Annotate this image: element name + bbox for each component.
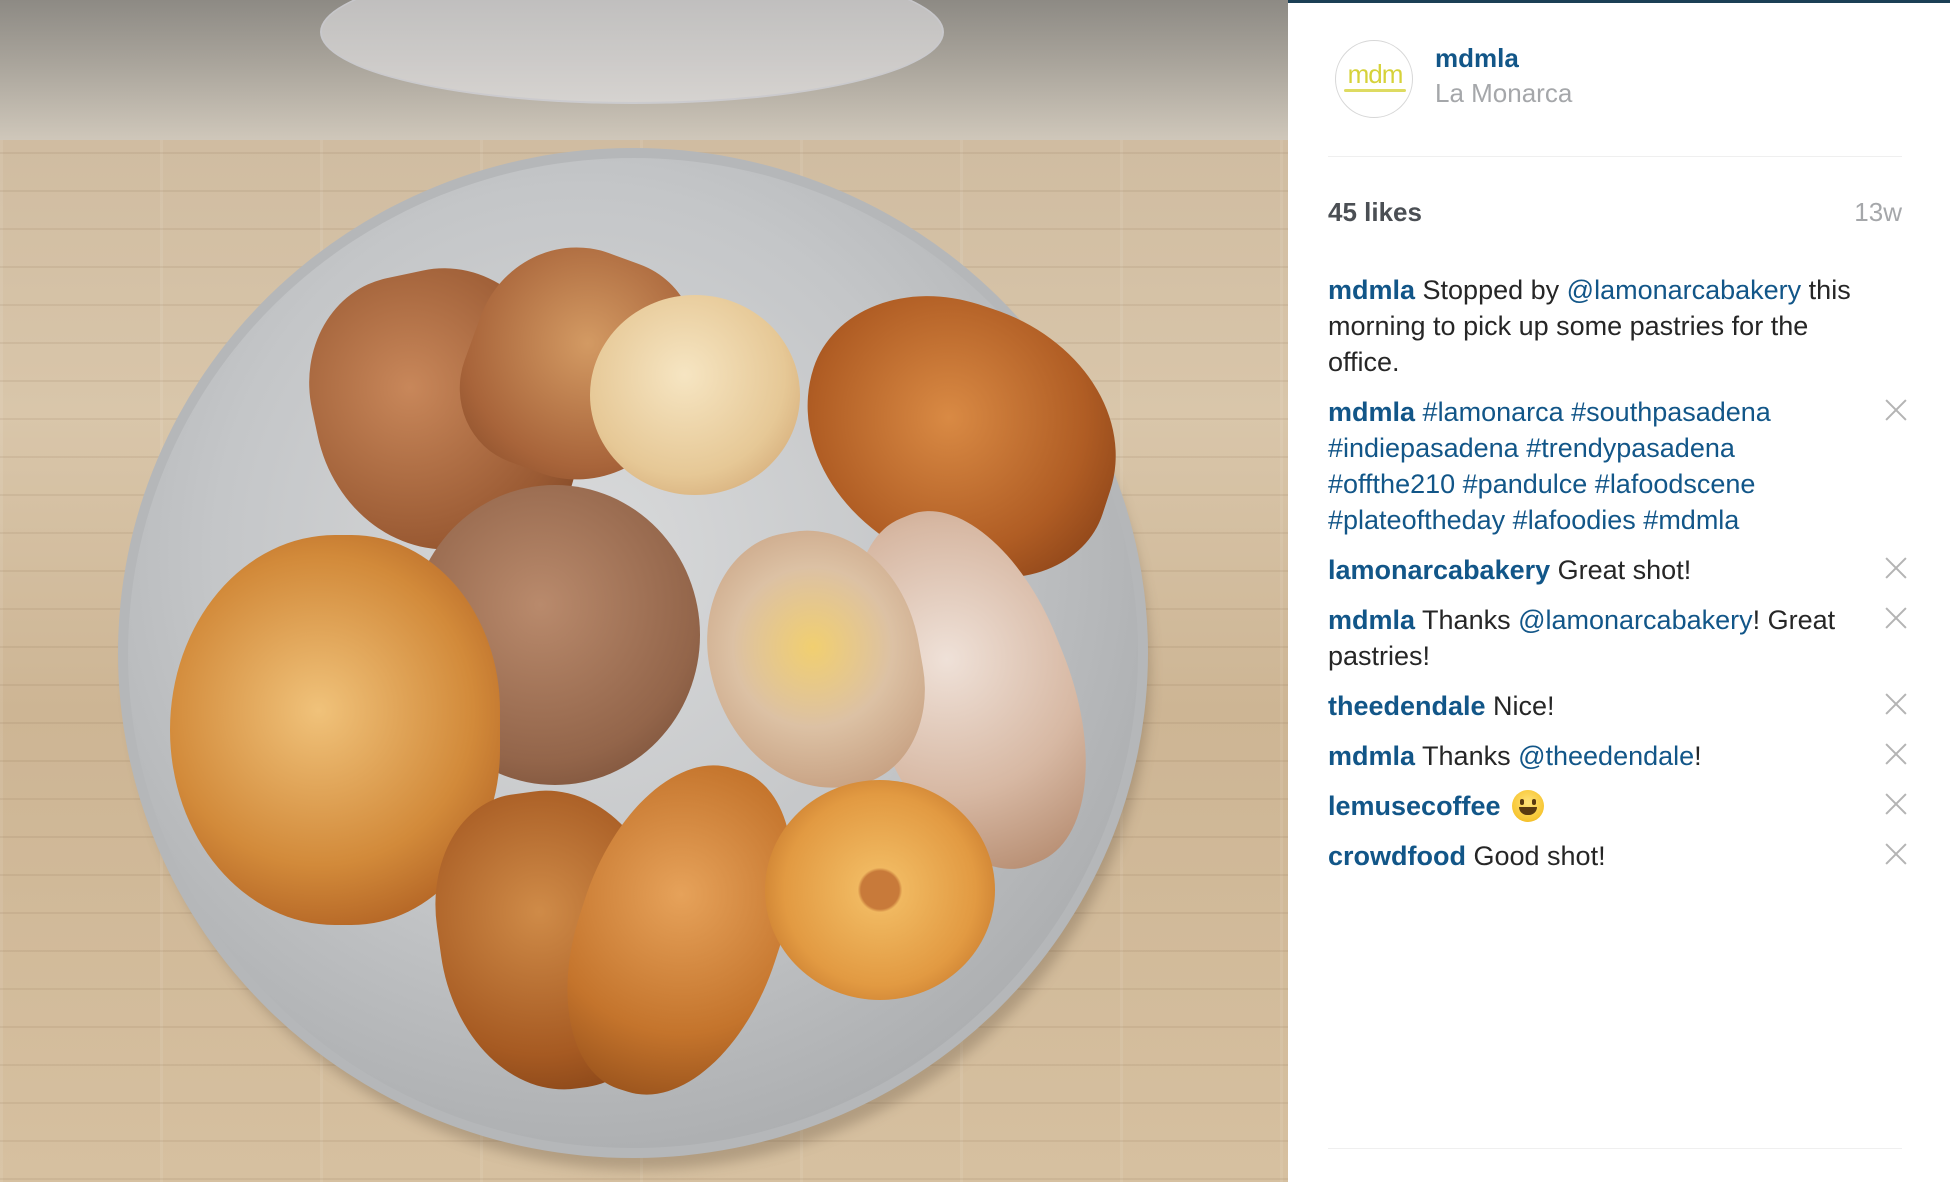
comment-text: ! — [1694, 741, 1702, 771]
footer-divider — [1328, 1148, 1902, 1149]
comment-text: Thanks — [1415, 605, 1519, 635]
comment: theedendale Nice! — [1328, 688, 1908, 724]
comment-author-link[interactable]: lamonarcabakery — [1328, 555, 1550, 585]
post-details-panel: mdm mdmla La Monarca 45 likes 13w mdmla … — [1288, 0, 1950, 1182]
accent-bar — [1288, 0, 1950, 3]
comment-author-link[interactable]: mdmla — [1328, 605, 1415, 635]
comment: crowdfood Good shot! — [1328, 838, 1908, 874]
comment-text — [1501, 791, 1509, 821]
comment-author-link[interactable]: mdmla — [1328, 397, 1415, 427]
post-username-link[interactable]: mdmla — [1435, 43, 1519, 74]
smiley-emoji-icon — [1512, 790, 1545, 822]
avatar-logo-text: mdm — [1347, 59, 1404, 89]
comment-text: Stopped by — [1415, 275, 1567, 305]
comment-text — [1505, 505, 1513, 535]
comment-author-link[interactable]: mdmla — [1328, 275, 1415, 305]
delete-comment-close-icon[interactable] — [1884, 742, 1908, 766]
comment-author-link[interactable]: lemusecoffee — [1328, 791, 1501, 821]
comment: mdmla Thanks @lamonarcabakery! Great pas… — [1328, 602, 1908, 674]
likes-count[interactable]: 45 likes — [1328, 197, 1422, 228]
delete-comment-close-icon[interactable] — [1884, 692, 1908, 716]
comments-list: mdmla Stopped by @lamonarcabakery this m… — [1328, 272, 1908, 888]
header-divider — [1328, 156, 1902, 157]
hashtag-link[interactable]: #indiepasadena — [1328, 433, 1519, 463]
comment: mdmla Stopped by @lamonarcabakery this m… — [1328, 272, 1908, 380]
comment: mdmla Thanks @theedendale! — [1328, 738, 1908, 774]
comment: lemusecoffee — [1328, 788, 1908, 824]
pastry — [765, 780, 995, 1000]
hashtag-link[interactable]: #plateoftheday — [1328, 505, 1505, 535]
hashtag-link[interactable]: #lamonarca — [1423, 397, 1564, 427]
avatar-logo-underline — [1344, 89, 1406, 92]
hashtag-link[interactable]: #southpasadena — [1571, 397, 1771, 427]
comment-text — [1587, 469, 1595, 499]
delete-comment-close-icon[interactable] — [1884, 792, 1908, 816]
post-timestamp[interactable]: 13w — [1854, 197, 1902, 228]
hashtag-link[interactable]: #lafoodscene — [1595, 469, 1756, 499]
delete-comment-close-icon[interactable] — [1884, 606, 1908, 630]
comment: lamonarcabakery Great shot! — [1328, 552, 1908, 588]
hashtag-link[interactable]: #mdmla — [1643, 505, 1739, 535]
avatar[interactable]: mdm — [1335, 40, 1413, 118]
comment-text: Good shot! — [1465, 841, 1606, 871]
comment-text — [1455, 469, 1463, 499]
delete-comment-close-icon[interactable] — [1884, 556, 1908, 580]
post-header: mdm mdmla La Monarca — [1335, 40, 1915, 120]
comment-author-link[interactable]: crowdfood — [1328, 841, 1466, 871]
post-photo[interactable] — [0, 0, 1288, 1182]
hashtag-link[interactable]: #lafoodies — [1513, 505, 1636, 535]
comment-text: Great shot! — [1550, 555, 1692, 585]
comment-text: Nice! — [1485, 691, 1555, 721]
comment-text — [1415, 397, 1423, 427]
delete-comment-close-icon[interactable] — [1884, 398, 1908, 422]
comment-text: Thanks — [1415, 741, 1519, 771]
mention-link[interactable]: @lamonarcabakery — [1567, 275, 1802, 305]
comment-author-link[interactable]: mdmla — [1328, 741, 1415, 771]
comment-text — [1564, 397, 1572, 427]
pastry — [590, 295, 800, 495]
delete-comment-close-icon[interactable] — [1884, 842, 1908, 866]
comment-author-link[interactable]: theedendale — [1328, 691, 1486, 721]
comment: mdmla #lamonarca #southpasadena #indiepa… — [1328, 394, 1908, 538]
post-location-link[interactable]: La Monarca — [1435, 78, 1572, 109]
hashtag-link[interactable]: #pandulce — [1463, 469, 1588, 499]
mention-link[interactable]: @theedendale — [1518, 741, 1694, 771]
mention-link[interactable]: @lamonarcabakery — [1518, 605, 1753, 635]
hashtag-link[interactable]: #trendypasadena — [1526, 433, 1735, 463]
hashtag-link[interactable]: #offthe210 — [1328, 469, 1455, 499]
